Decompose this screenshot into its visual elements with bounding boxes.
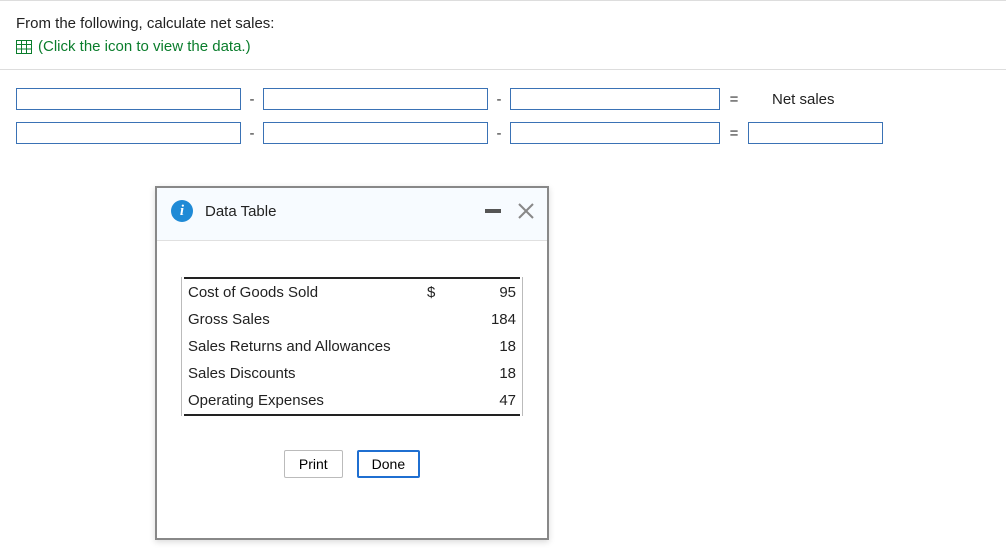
equals-operator: =	[720, 125, 748, 142]
data-hint-text: (Click the icon to view the data.)	[38, 38, 251, 55]
minus-operator: -	[488, 91, 510, 108]
result-input[interactable]	[748, 122, 883, 144]
row-label: Cost of Goods Sold	[184, 278, 412, 306]
row-label: Sales Discounts	[184, 360, 412, 387]
dialog-title: Data Table	[205, 203, 276, 220]
term-2-input[interactable]	[263, 88, 488, 110]
data-table-wrap: Cost of Goods Sold $ 95 Gross Sales 184 …	[181, 277, 523, 416]
dialog-footer: Print Done	[157, 426, 547, 494]
row-label: Sales Returns and Allowances	[184, 333, 412, 360]
worksheet-row-1: - - = Net sales	[16, 88, 990, 110]
minimize-icon[interactable]	[485, 209, 501, 213]
row-value: 18	[439, 360, 520, 387]
term-1-input[interactable]	[16, 88, 241, 110]
table-row: Gross Sales 184	[184, 306, 520, 333]
dialog-body: Cost of Goods Sold $ 95 Gross Sales 184 …	[157, 241, 547, 426]
question-text: From the following, calculate net sales:	[16, 15, 990, 32]
currency-symbol	[412, 387, 439, 415]
close-icon[interactable]	[517, 202, 535, 220]
data-table-icon[interactable]	[16, 40, 32, 54]
row-value: 47	[439, 387, 520, 415]
worksheet: - - = Net sales - - =	[0, 70, 1006, 144]
row-label: Operating Expenses	[184, 387, 412, 415]
currency-symbol	[412, 360, 439, 387]
value-3-input[interactable]	[510, 122, 720, 144]
row-value: 184	[439, 306, 520, 333]
currency-symbol	[412, 333, 439, 360]
equals-operator: =	[720, 91, 748, 108]
minus-operator: -	[241, 91, 263, 108]
info-icon: i	[171, 200, 193, 222]
minus-operator: -	[488, 125, 510, 142]
done-button[interactable]: Done	[357, 450, 420, 478]
value-1-input[interactable]	[16, 122, 241, 144]
dialog-header: i Data Table	[157, 188, 547, 241]
row-value: 95	[439, 278, 520, 306]
minus-operator: -	[241, 125, 263, 142]
data-table-dialog: i Data Table Cost of Goods Sold $	[155, 186, 549, 540]
table-row: Cost of Goods Sold $ 95	[184, 278, 520, 306]
table-row: Sales Discounts 18	[184, 360, 520, 387]
question-block: From the following, calculate net sales:…	[0, 1, 1006, 61]
net-sales-label: Net sales	[772, 91, 835, 108]
data-hint-row[interactable]: (Click the icon to view the data.)	[16, 38, 990, 55]
table-row: Sales Returns and Allowances 18	[184, 333, 520, 360]
term-3-input[interactable]	[510, 88, 720, 110]
value-2-input[interactable]	[263, 122, 488, 144]
currency-symbol	[412, 306, 439, 333]
print-button[interactable]: Print	[284, 450, 343, 478]
row-label: Gross Sales	[184, 306, 412, 333]
worksheet-row-2: - - =	[16, 122, 990, 144]
table-row: Operating Expenses 47	[184, 387, 520, 415]
currency-symbol: $	[412, 278, 439, 306]
data-table: Cost of Goods Sold $ 95 Gross Sales 184 …	[184, 277, 520, 416]
row-value: 18	[439, 333, 520, 360]
